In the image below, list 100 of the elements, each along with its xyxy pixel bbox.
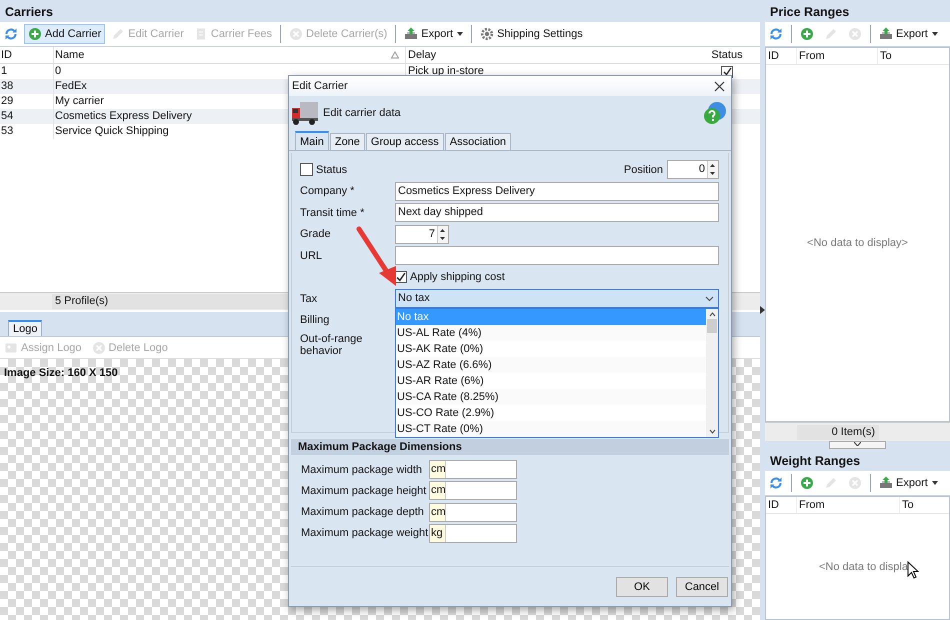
delete-icon	[848, 476, 862, 490]
caret-icon	[457, 32, 464, 36]
column-header[interactable]: ID	[766, 497, 796, 513]
printer-icon	[404, 27, 418, 41]
column-header[interactable]: ID	[0, 47, 53, 63]
logo-tab[interactable]: Logo	[8, 320, 42, 336]
gear-icon	[480, 27, 494, 41]
scrollbar-thumb[interactable]	[707, 319, 717, 333]
pencil-icon	[824, 476, 838, 490]
delete-icon	[848, 27, 862, 41]
field-label: Maximum package width	[301, 464, 424, 476]
ok-button[interactable]: OK	[616, 576, 668, 596]
export-button[interactable]: Export	[400, 24, 468, 44]
text-field[interactable]: Next day shipped	[395, 203, 719, 222]
dialog-tab[interactable]: Group access	[366, 133, 444, 150]
checkbox-label: Apply shipping cost	[410, 271, 505, 283]
column-header[interactable]: ID	[766, 48, 796, 64]
table-cell-text: 54	[0, 109, 14, 124]
plus-icon	[800, 27, 814, 41]
checkmark-icon	[396, 272, 406, 282]
dropdown-option[interactable]: US-CT Rate (0%)	[396, 421, 706, 437]
dialog-tab[interactable]: Main	[295, 131, 329, 150]
spin-button[interactable]	[437, 226, 448, 242]
field-label: Tax	[300, 292, 318, 304]
pencil-icon	[111, 27, 126, 41]
unit-label: cm	[430, 461, 446, 478]
empty-message: <No data to display>	[807, 237, 908, 249]
text-field[interactable]: Cosmetics Express Delivery	[395, 182, 719, 200]
refresh-icon	[769, 27, 783, 41]
add-button[interactable]: Add Carrier	[24, 24, 106, 44]
column-header[interactable]: To	[877, 48, 949, 64]
dimension-field[interactable]: kg	[429, 524, 517, 543]
dropdown-option[interactable]: US-CA Rate (8.25%)	[396, 389, 706, 405]
unit-label: cm	[430, 504, 446, 521]
close-icon[interactable]	[714, 80, 725, 92]
unit-label: cm	[430, 482, 446, 500]
checkmark-icon	[722, 67, 732, 76]
column-header[interactable]: Delay	[405, 47, 696, 63]
item-count: 0 Item(s)	[797, 424, 879, 440]
chevron-up-icon[interactable]	[708, 312, 716, 317]
dialog-tab[interactable]: Zone	[330, 133, 365, 150]
table-cell-text: 38	[0, 79, 14, 94]
position-field[interactable]: 0	[667, 160, 719, 179]
truck-icon	[291, 100, 319, 126]
field-label: Billing	[300, 314, 330, 326]
plus-icon	[28, 27, 42, 41]
cancel-button[interactable]: Cancel	[676, 576, 728, 596]
pointer-arrow	[356, 226, 396, 286]
empty-message: <No data to displa	[819, 560, 908, 572]
field-label: Company *	[300, 185, 356, 197]
grade-field[interactable]: 7	[395, 224, 449, 244]
field-label: Transit time *	[300, 206, 366, 218]
plus-icon	[800, 476, 814, 490]
column-header[interactable]: From	[796, 497, 899, 513]
dialog-title: Edit Carrier	[292, 80, 348, 92]
delete-icon	[92, 340, 106, 354]
dropdown-option[interactable]: US-CO Rate (2.9%)	[396, 405, 706, 421]
column-header[interactable]: Status	[696, 47, 757, 63]
dimension-field[interactable]: cm	[429, 460, 517, 479]
table-cell-text: 53	[0, 124, 14, 139]
dialog-tab[interactable]: Association	[444, 133, 512, 150]
caret-icon	[932, 481, 938, 485]
checkbox-label: Status	[316, 164, 348, 176]
dropdown-option[interactable]: US-AR Rate (6%)	[396, 373, 706, 389]
column-header[interactable]: Name	[53, 47, 405, 63]
field-label: Position	[624, 164, 663, 176]
dropdown-option[interactable]: US-AZ Rate (6.6%)	[396, 357, 706, 373]
field-label: Out-of-range behavior	[300, 333, 364, 357]
chevron-icon	[705, 296, 714, 302]
apply-shipping-checkbox[interactable]	[395, 271, 407, 283]
field-label: Maximum package height	[301, 484, 428, 497]
table-cell-text: 29	[0, 94, 14, 109]
printer-icon	[879, 476, 893, 490]
tax-select[interactable]: No tax	[395, 289, 719, 308]
collapse-handle[interactable]	[829, 441, 886, 449]
field-label: Grade	[300, 228, 332, 240]
column-header[interactable]: From	[796, 48, 877, 64]
spin-button[interactable]	[707, 161, 718, 178]
dialog-heading: Edit carrier data	[323, 107, 402, 119]
status-checkbox[interactable]	[300, 163, 313, 176]
caret-icon	[932, 32, 938, 36]
section-header: Maximum Package Dimensions	[291, 439, 729, 455]
unit-label: kg	[430, 524, 446, 542]
chevron-down-icon	[854, 442, 861, 446]
url-field[interactable]	[395, 246, 719, 265]
field-label: Maximum package weight	[301, 527, 429, 540]
help-icon[interactable]	[703, 101, 727, 125]
settings-button[interactable]: Shipping Settings	[476, 24, 587, 44]
dimension-field[interactable]: cm	[429, 502, 517, 522]
image-size-text: Image Size: 160 X 150	[4, 367, 118, 379]
delete-icon	[289, 27, 303, 41]
field-label: Maximum package depth	[301, 506, 425, 518]
field-label: URL	[300, 250, 324, 262]
chevron-down-icon[interactable]	[708, 429, 716, 434]
column-header[interactable]: To	[899, 497, 949, 513]
dropdown-option[interactable]: US-AK Rate (0%)	[396, 341, 706, 357]
dimension-field[interactable]: cm	[429, 481, 517, 500]
refresh-icon	[769, 476, 783, 490]
dropdown-option[interactable]: US-AL Rate (4%)	[396, 325, 706, 341]
table-cell: Pick up in-store	[408, 65, 484, 77]
